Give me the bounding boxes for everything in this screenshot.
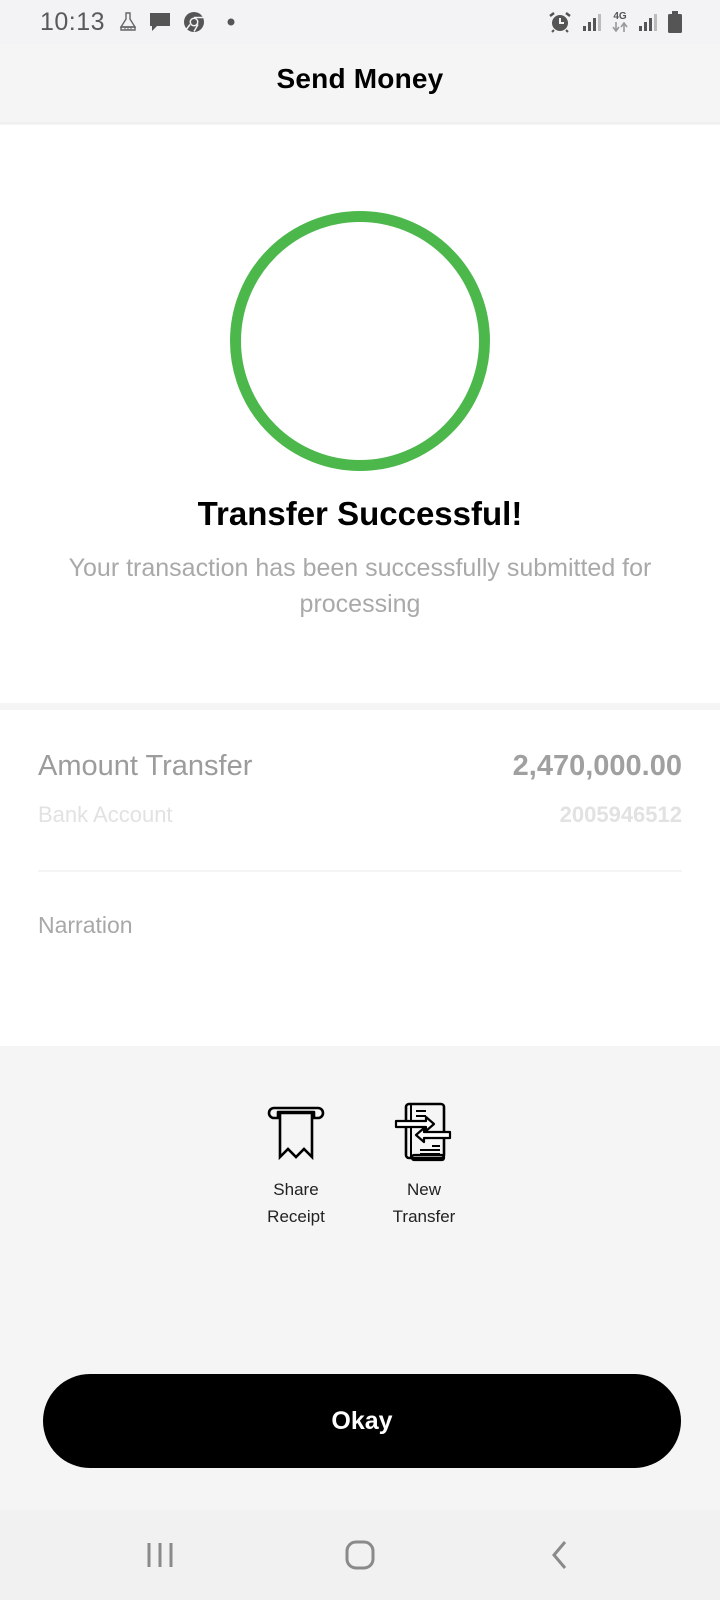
- message-icon: [149, 11, 171, 33]
- amount-row: Amount Transfer 2,470,000.00: [38, 750, 682, 783]
- battery-icon: [668, 11, 682, 33]
- details-divider: [38, 870, 682, 872]
- success-message: Your transaction has been successfully s…: [68, 554, 652, 618]
- status-bar: 10:13 4G: [0, 0, 720, 44]
- transfer-details: Amount Transfer 2,470,000.00 Bank Accoun…: [0, 710, 720, 1046]
- network-label: 4G: [613, 11, 627, 22]
- network-4g-icon: 4G: [612, 12, 628, 32]
- back-button[interactable]: [520, 1525, 600, 1585]
- status-left: 10:13: [40, 8, 247, 37]
- amount-value: 2,470,000.00: [512, 750, 682, 782]
- recent-apps-icon: [147, 1543, 173, 1567]
- okay-button[interactable]: Okay: [43, 1374, 681, 1468]
- account-value: 2005946512: [559, 802, 682, 827]
- share-receipt-button[interactable]: Share Receipt: [241, 1100, 351, 1230]
- notification-dot-icon: [227, 18, 235, 26]
- home-button[interactable]: [320, 1525, 400, 1585]
- signal-icon: [582, 13, 602, 31]
- narration-label: Narration: [38, 912, 133, 938]
- new-transfer-label: New Transfer: [392, 1180, 456, 1226]
- account-label: Bank Account: [38, 802, 173, 827]
- actions: Share Receipt New Transfer: [0, 1100, 720, 1230]
- receipt-icon: [264, 1100, 328, 1164]
- success-card: Transfer Successful! Your transaction ha…: [0, 125, 720, 703]
- new-transfer-button[interactable]: New Transfer: [369, 1100, 479, 1230]
- status-right: 4G: [538, 11, 682, 33]
- alarm-icon: [548, 11, 572, 33]
- transfer-document-icon: [392, 1100, 456, 1164]
- page-title: Send Money: [276, 63, 444, 94]
- app-header: Send Money: [0, 44, 720, 124]
- success-title: Transfer Successful!: [197, 495, 523, 532]
- signal-icon: [638, 13, 658, 31]
- account-row: Bank Account 2005946512: [38, 802, 682, 828]
- cleaner-icon: [119, 12, 137, 32]
- navigation-bar: [0, 1510, 720, 1600]
- recent-apps-button[interactable]: [120, 1525, 200, 1585]
- status-time: 10:13: [40, 7, 106, 36]
- home-icon: [345, 1540, 375, 1570]
- chrome-icon: [183, 11, 205, 33]
- screen: 10:13 4G Send Money Transfer Successful!…: [0, 0, 720, 1600]
- success-ring-icon: [230, 211, 490, 471]
- back-icon: [552, 1541, 567, 1569]
- share-receipt-label: Share Receipt: [267, 1180, 325, 1226]
- amount-label: Amount Transfer: [38, 750, 253, 782]
